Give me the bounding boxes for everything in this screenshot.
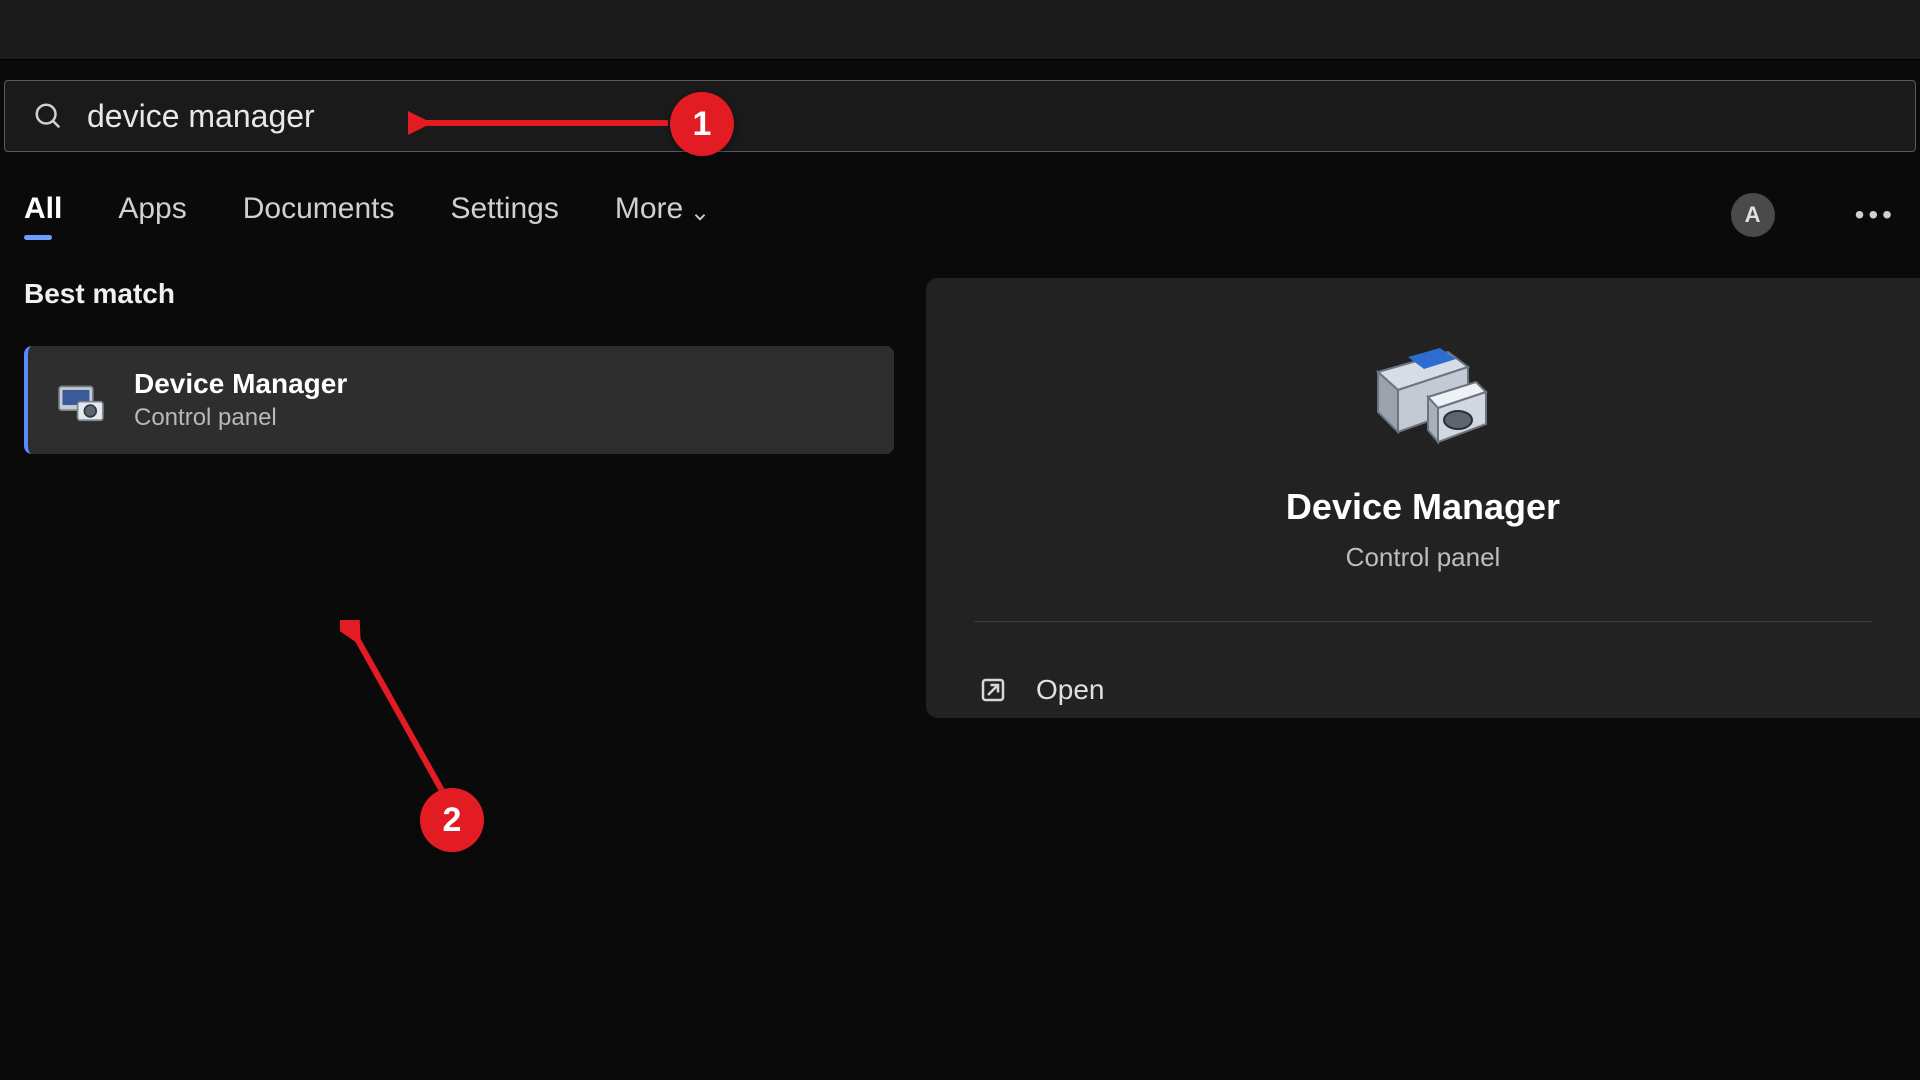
tab-more-label: More [615, 192, 683, 226]
more-options-icon[interactable]: ••• [1855, 199, 1896, 231]
filter-tabs: All Apps Documents Settings More A ••• [0, 152, 1920, 262]
user-avatar[interactable]: A [1731, 193, 1775, 237]
tab-documents[interactable]: Documents [243, 192, 395, 238]
device-manager-icon [54, 373, 108, 427]
device-manager-large-icon [1358, 342, 1488, 452]
tab-apps[interactable]: Apps [118, 192, 186, 238]
tab-settings[interactable]: Settings [450, 192, 558, 238]
annotation-badge-2: 2 [420, 788, 484, 852]
search-input[interactable] [87, 98, 1887, 135]
detail-panel: Device Manager Control panel Open [926, 278, 1920, 718]
open-label: Open [1036, 674, 1105, 706]
annotation-badge-1: 1 [670, 92, 734, 156]
tab-all[interactable]: All [24, 192, 62, 238]
search-bar[interactable] [4, 80, 1916, 152]
best-match-heading: Best match [24, 278, 894, 310]
open-action[interactable]: Open [974, 662, 1872, 718]
result-device-manager[interactable]: Device Manager Control panel [24, 346, 894, 454]
detail-subtitle: Control panel [1346, 542, 1501, 573]
chevron-down-icon [691, 200, 709, 218]
results-column: Best match Device Manager Control panel [24, 278, 894, 718]
tab-more[interactable]: More [615, 192, 709, 238]
title-bar-dark [0, 0, 1920, 60]
result-title: Device Manager [134, 368, 347, 400]
result-subtitle: Control panel [134, 404, 347, 432]
open-external-icon [978, 675, 1008, 705]
search-icon [33, 101, 63, 131]
detail-title: Device Manager [1286, 486, 1560, 528]
